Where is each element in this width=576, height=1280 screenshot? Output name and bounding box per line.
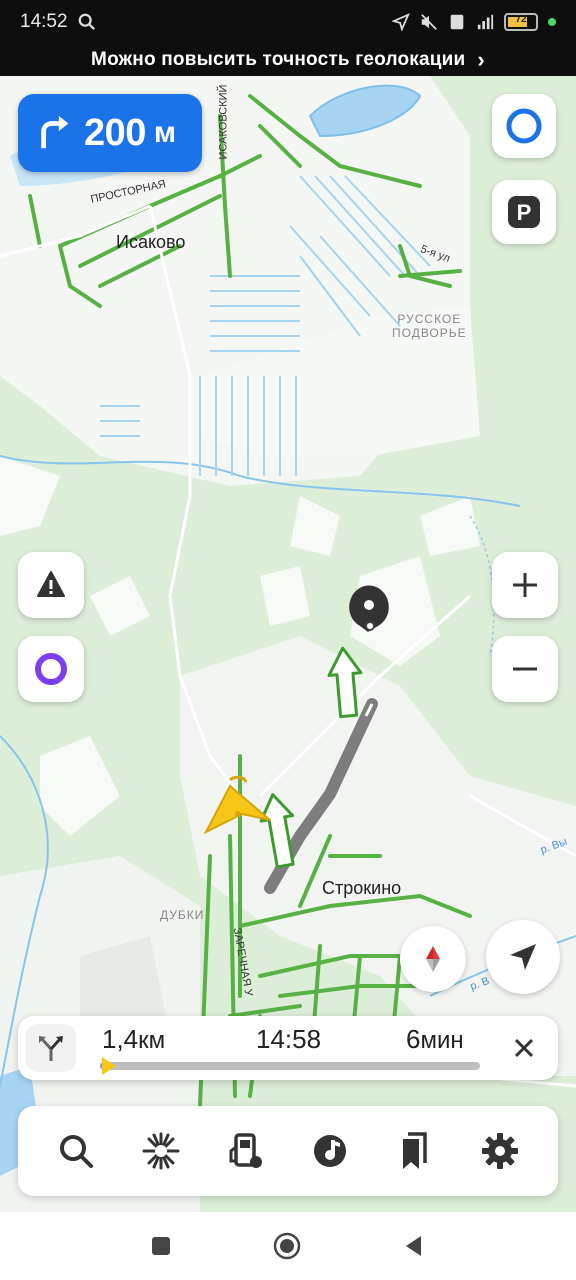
route-info-panel[interactable]: 1,4км 14:58 6мин [18,1016,558,1080]
route-duration-unit: мин [420,1027,464,1054]
route-progress-bar [100,1057,480,1075]
zoom-in-button[interactable] [492,552,558,618]
my-location-button[interactable] [486,920,560,994]
end-route-button[interactable] [500,1024,548,1072]
place-label-dubki: ДУБКИ [160,908,205,922]
overview-button[interactable] [131,1121,191,1181]
alternative-routes-button[interactable] [26,1024,76,1072]
system-navigation-bar [0,1212,576,1280]
geolocation-accuracy-banner[interactable]: Можно повысить точность геолокации › [0,44,576,76]
banner-text: Можно повысить точность геолокации [91,49,466,70]
sim-icon [450,14,464,30]
compass-button[interactable] [400,926,466,992]
back-button[interactable] [402,1234,426,1258]
warning-icon [37,571,65,597]
recent-apps-button[interactable] [150,1235,172,1257]
turn-instruction-card[interactable]: 200 м [18,94,202,172]
route-distance-unit: км [138,1027,166,1054]
search-icon [78,13,95,30]
assistant-ring-icon [506,108,542,144]
compass-icon [426,946,440,972]
music-player-button[interactable] [300,1121,360,1181]
gear-icon [481,1133,518,1169]
sunburst-icon [142,1132,180,1170]
turn-right-arrow-icon [41,115,69,149]
search-icon [60,1135,94,1168]
route-progress-marker [102,1057,116,1075]
status-icons: 72 [392,13,556,31]
turn-distance-unit: м [153,116,177,149]
bookmarks-icon [402,1132,427,1169]
signal-icon [477,14,494,30]
minus-icon [513,667,537,671]
plus-icon [513,573,537,597]
battery-level: 72 [515,14,527,25]
alice-icon [35,653,67,685]
music-icon [314,1135,347,1167]
camera-indicator-dot [548,18,556,26]
location-arrow-icon [392,13,410,31]
report-incident-button[interactable] [18,552,84,618]
close-icon [514,1038,534,1058]
arrival-time: 14:58 [256,1024,322,1054]
status-time: 14:52 [20,11,68,32]
route-distance: 1,4км [102,1024,165,1055]
parking-button[interactable]: P [492,180,556,244]
fuel-pump-icon [229,1133,262,1168]
street-label-isakovsky: ИСАКОВСКИЙ [217,84,230,160]
route-duration: 6мин [406,1024,464,1055]
home-button[interactable] [272,1231,302,1261]
bookmarks-button[interactable] [385,1121,445,1181]
bottom-toolbar [18,1106,558,1196]
svg-text:P: P [517,200,532,225]
route-duration-value: 6 [406,1024,421,1054]
place-label-russkoe-podvorye: РУССКОЕ ПОДВОРЬЕ [392,312,467,340]
alice-assistant-button[interactable] [492,94,556,158]
zoom-out-button[interactable] [492,636,558,702]
place-label-isakovo: Исаково [116,232,186,252]
mute-icon [421,14,437,30]
route-fork-icon [39,1036,63,1061]
status-bar: 14:52 72 [0,0,576,44]
chevron-right-icon: › [477,47,485,72]
search-button[interactable] [46,1121,106,1181]
route-distance-value: 1,4 [102,1024,139,1054]
navigation-arrow-icon [510,944,536,970]
parking-icon: P [508,196,540,228]
gas-stations-button[interactable] [216,1121,276,1181]
alice-voice-button[interactable] [18,636,84,702]
place-label-strokino: Строкино [322,878,402,898]
battery-icon: 72 [504,13,538,31]
settings-button[interactable] [470,1121,530,1181]
turn-distance: 200 [84,111,146,154]
